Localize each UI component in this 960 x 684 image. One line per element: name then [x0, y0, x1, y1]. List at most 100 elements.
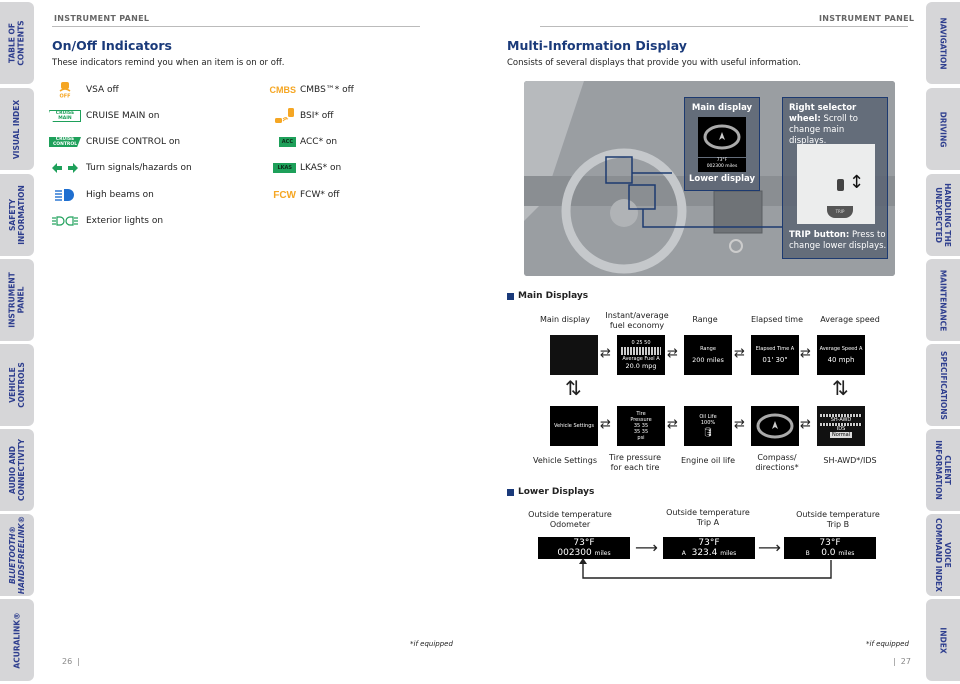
vertical-swap-arrow-icon: ⇅: [565, 376, 582, 400]
tab-bluetooth-handsfreelink[interactable]: BLUETOOTH® HANDSFREELINK®: [0, 514, 34, 596]
tab-acuralink[interactable]: ACURALINK®: [0, 599, 34, 681]
left-section-tabs: TABLE OF CONTENTS VISUAL INDEX SAFETY IN…: [0, 0, 36, 684]
indicator-vsa-off: OFF VSA off: [48, 82, 119, 98]
swap-arrow-icon: ⇄: [667, 346, 678, 361]
swap-arrow-icon: ⇄: [667, 417, 678, 432]
swap-arrow-icon: ⇄: [734, 346, 745, 361]
indicator-label: VSA off: [86, 85, 119, 95]
screen-elapsed-time: Elapsed Time A 01' 30": [751, 335, 799, 375]
acc-icon: ACC: [272, 137, 296, 147]
lower-displays-heading: Lower Displays: [507, 487, 594, 497]
tab-audio-connectivity[interactable]: AUDIO AND CONNECTIVITY: [0, 429, 34, 511]
section-title-mid: Multi-Information Display: [507, 38, 687, 53]
right-selector-wheel[interactable]: [837, 179, 844, 191]
running-head-right: INSTRUMENT PANEL: [819, 14, 915, 23]
indicator-cruise-main: CRUISE MAIN CRUISE MAIN on: [48, 108, 159, 124]
indicator-label: CMBS™* off: [300, 85, 354, 95]
tab-vehicle-controls[interactable]: VEHICLE CONTROLS: [0, 344, 34, 426]
screen-compass: [751, 406, 799, 446]
indicator-fcw: FCW FCW* off: [272, 187, 339, 203]
indicator-label: CRUISE CONTROL on: [86, 137, 181, 147]
footnote-right: *if equipped: [866, 640, 909, 648]
indicator-label: LKAS* on: [300, 163, 342, 173]
lkas-icon: LKAS: [272, 163, 296, 173]
swap-arrow-icon: ⇄: [800, 417, 811, 432]
screen-oil-life: Oil Life 100% 🛢: [684, 406, 732, 446]
lower-screen: 73°F 002300 miles: [698, 158, 746, 172]
indicator-turn-signals: Turn signals/hazards on: [48, 160, 192, 176]
tab-handling-unexpected[interactable]: HANDLING THE UNEXPECTED: [926, 174, 960, 256]
tab-navigation[interactable]: NAVIGATION: [926, 2, 960, 84]
tab-driving[interactable]: DRIVING: [926, 88, 960, 170]
compass-screen: [698, 117, 746, 157]
tab-instrument-panel[interactable]: INSTRUMENT PANEL: [0, 259, 34, 341]
main-displays-heading: Main Displays: [507, 291, 588, 301]
screen-range: Range 200 miles: [684, 335, 732, 375]
indicator-label: FCW* off: [300, 190, 340, 200]
right-arrow-icon: ⟶: [758, 538, 781, 557]
tab-voice-command-index[interactable]: VOICE COMMAND INDEX: [926, 514, 960, 596]
screen-vehicle-settings: Vehicle Settings: [550, 406, 598, 446]
lower-screen-trip-b: 73°F B 0.0 miles: [784, 537, 876, 559]
caption-tire-pressure: Tire pressure for each tire: [609, 453, 661, 472]
caption-vehicle-settings: Vehicle Settings: [533, 456, 597, 465]
swap-arrow-icon: ⇄: [600, 346, 611, 361]
indicator-label: CRUISE MAIN on: [86, 111, 160, 121]
compass-icon: [756, 413, 794, 439]
vsa-off-icon: OFF: [48, 82, 82, 98]
section-intro-indicators: These indicators remind you when an item…: [52, 58, 285, 68]
page-number-left: 26 |: [62, 657, 80, 666]
exterior-lights-icon: [48, 215, 82, 227]
indicator-cruise-control: CRUISE CONTROL CRUISE CONTROL on: [48, 134, 180, 150]
trip-button[interactable]: TRIP: [827, 206, 853, 218]
caption-fuel-economy: Instant/average fuel economy: [605, 311, 669, 330]
header-rule: [52, 26, 420, 27]
caption-main-display: Main display: [539, 315, 591, 324]
tab-safety-information[interactable]: SAFETY INFORMATION: [0, 174, 34, 256]
trip-button-title: TRIP button:: [789, 230, 850, 240]
fuel-bar-graph: [621, 347, 661, 355]
cmbs-icon: CMBS: [269, 85, 297, 95]
main-display-callout: Main display 73°F 002300 miles Lower dis…: [684, 97, 760, 191]
indicator-bsi: BSI* off: [272, 108, 333, 124]
swap-arrow-icon: ⇄: [734, 417, 745, 432]
cruise-control-icon: CRUISE CONTROL: [48, 137, 82, 147]
cycle-return-arrow: [579, 558, 832, 579]
tab-index[interactable]: INDEX: [926, 599, 960, 681]
bsi-icon: [272, 108, 296, 124]
indicator-acc: ACC ACC* on: [272, 134, 337, 150]
swap-arrow-icon: ⇄: [600, 417, 611, 432]
running-head-left: INSTRUMENT PANEL: [54, 14, 150, 23]
caption-elapsed-time: Elapsed time: [750, 315, 804, 324]
indicator-label: Exterior lights on: [86, 216, 164, 226]
tab-table-of-contents[interactable]: TABLE OF CONTENTS: [0, 2, 34, 84]
cruise-main-icon: CRUISE MAIN: [48, 110, 82, 122]
caption-trip-b: Outside temperature Trip B: [796, 510, 880, 529]
screen-sh-awd: SH-AWD IDS Normal: [817, 406, 865, 446]
oil-can-icon: 🛢: [702, 428, 714, 438]
indicator-exterior-lights: Exterior lights on: [48, 213, 163, 229]
screen-average-speed: Average Speed A 40 mph: [817, 335, 865, 375]
main-display-label: Main display: [691, 103, 753, 113]
caption-range: Range: [692, 315, 718, 324]
tab-maintenance[interactable]: MAINTENANCE: [926, 259, 960, 341]
controls-callout: Right selector wheel: Scroll to change m…: [782, 97, 888, 259]
turn-signals-icon: [48, 163, 82, 173]
high-beams-icon: [48, 189, 82, 201]
lower-display-label: Lower display: [688, 174, 756, 184]
indicator-high-beams: High beams on: [48, 187, 154, 203]
steering-controls-closeup: ↕ TRIP: [797, 144, 875, 224]
tab-client-information[interactable]: CLIENT INFORMATION: [926, 429, 960, 511]
footnote-left: *if equipped: [410, 640, 453, 648]
tab-visual-index[interactable]: VISUAL INDEX: [0, 88, 34, 170]
screen-fuel-economy: 0 25 50 Average Fuel A 20.0 mpg: [617, 335, 665, 375]
caption-average-speed: Average speed: [820, 315, 880, 324]
vertical-swap-arrow-icon: ⇅: [832, 376, 849, 400]
dashboard-photo: Main display 73°F 002300 miles Lower dis…: [524, 81, 895, 276]
tab-specifications[interactable]: SPECIFICATIONS: [926, 344, 960, 426]
caption-compass: Compass/ directions*: [755, 453, 799, 472]
indicator-label: BSI* off: [300, 111, 334, 121]
screen-tire-pressure: Tire Pressure 35 35 35 35 psi: [617, 406, 665, 446]
right-section-tabs: NAVIGATION DRIVING HANDLING THE UNEXPECT…: [924, 0, 960, 684]
indicator-label: High beams on: [86, 190, 154, 200]
